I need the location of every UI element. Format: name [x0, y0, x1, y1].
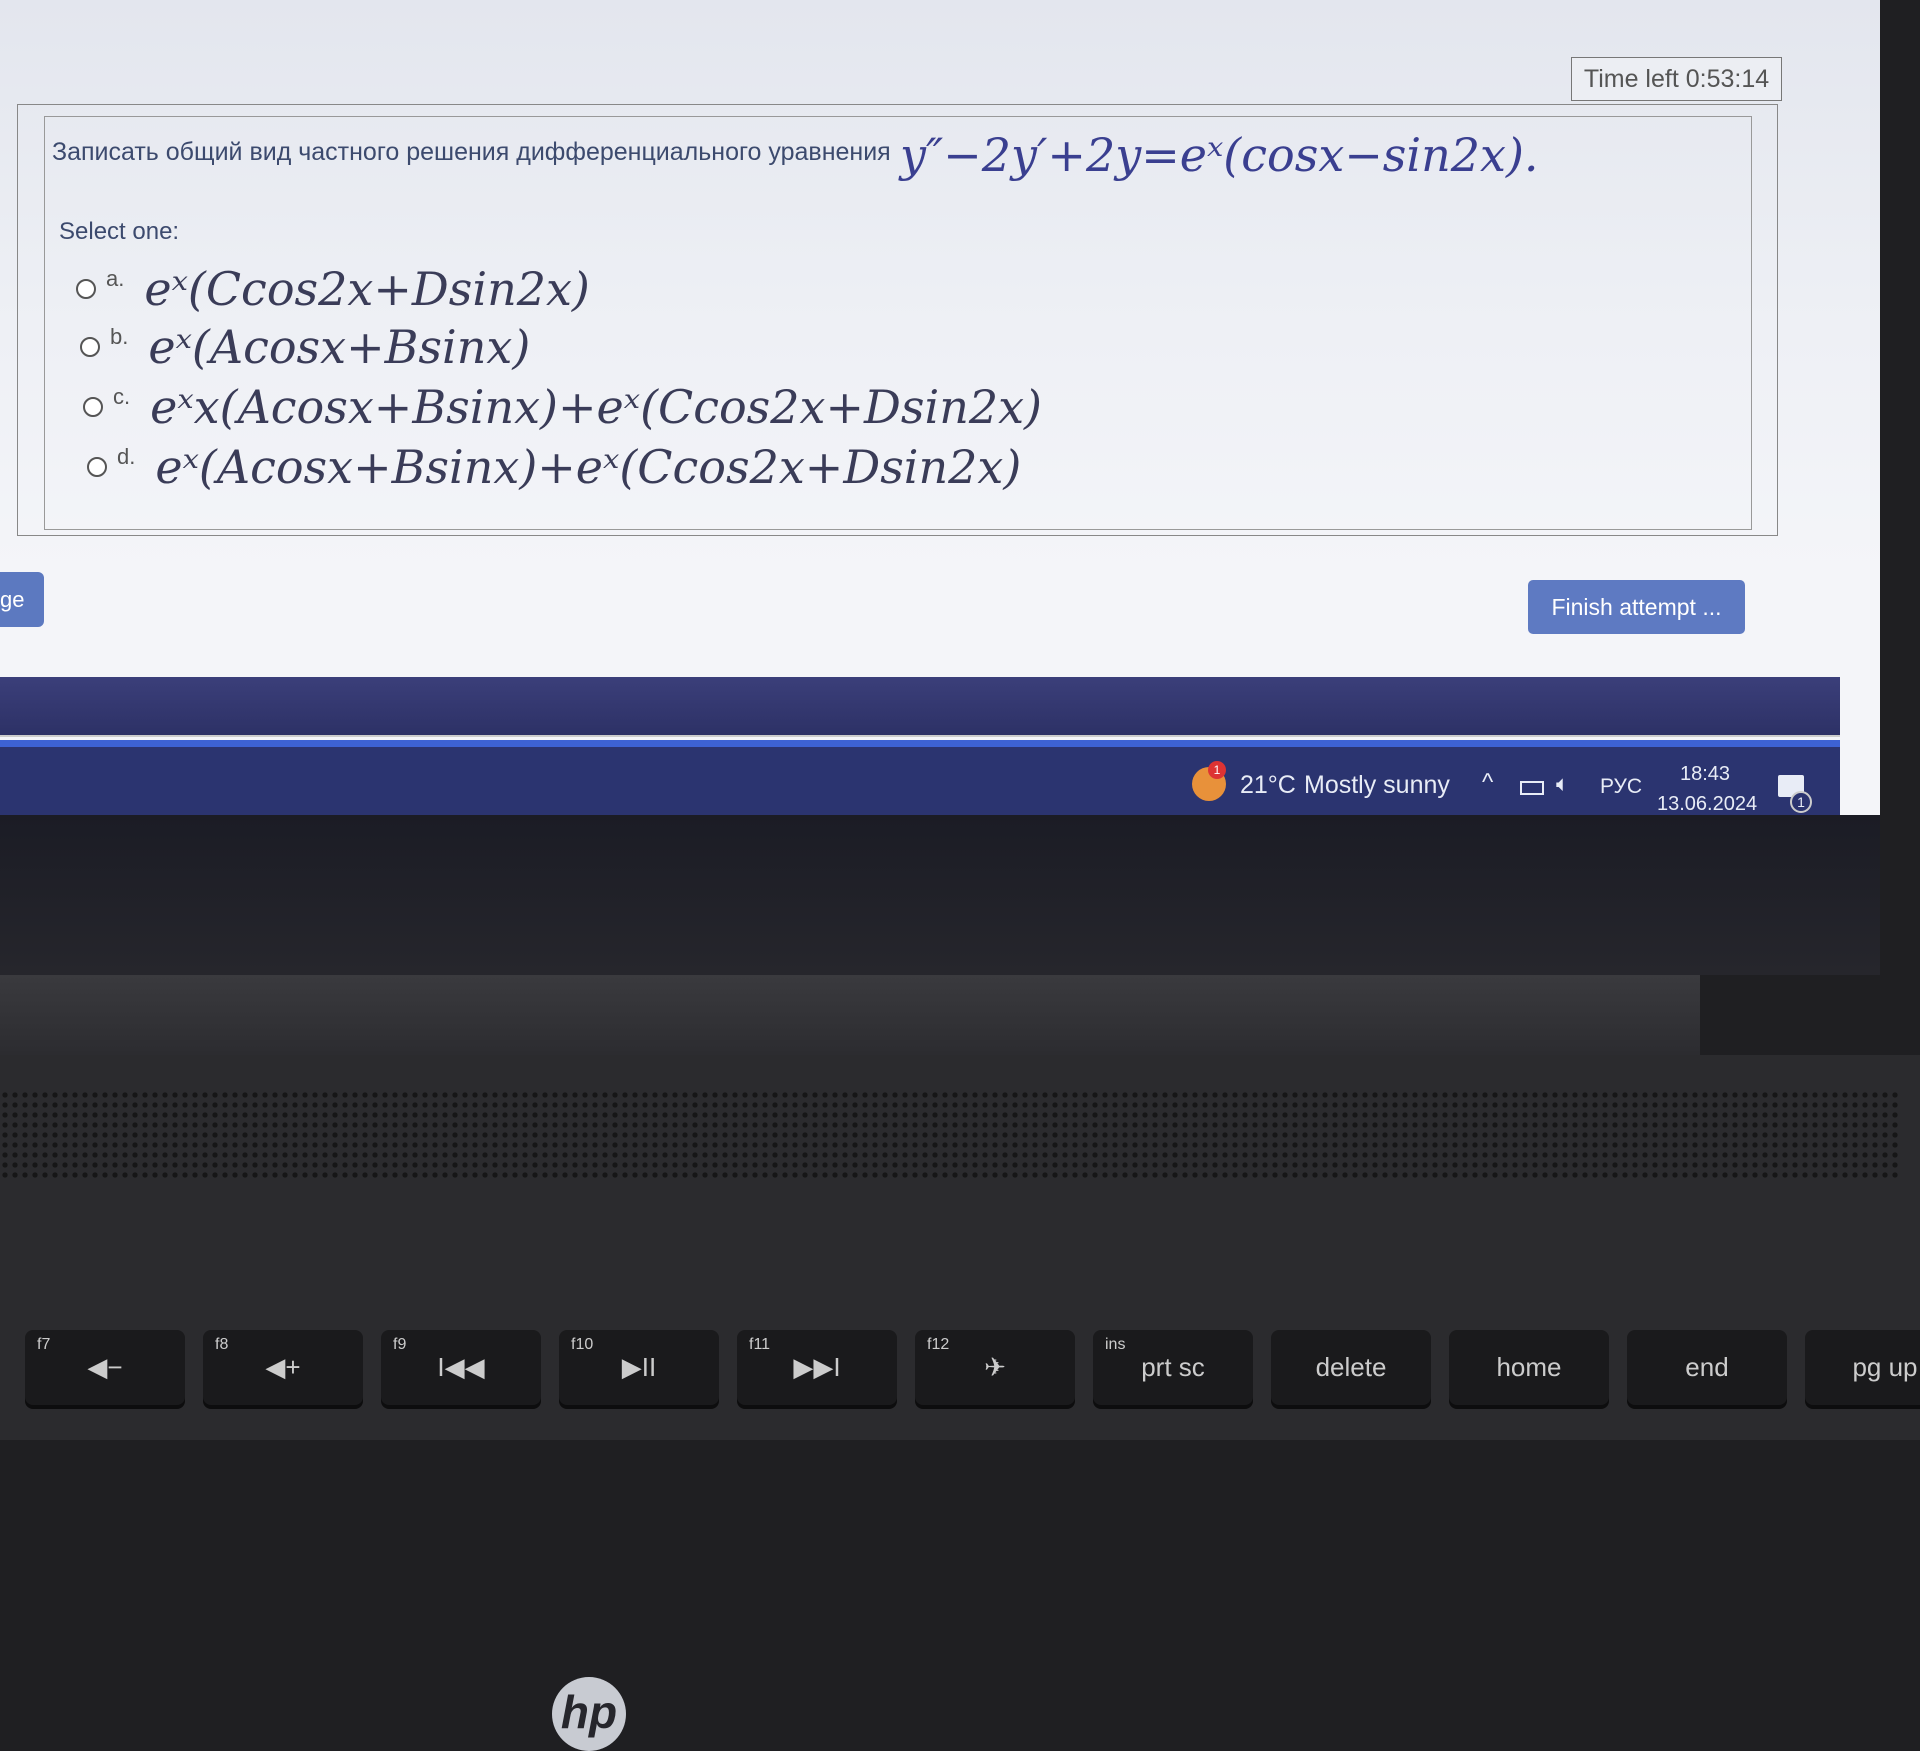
option-letter: b. — [110, 324, 129, 349]
key-f10[interactable]: f10 ▶II — [559, 1330, 719, 1405]
radio-b[interactable] — [80, 337, 100, 357]
key-f9[interactable]: f9 I◀◀ — [381, 1330, 541, 1405]
key-main-label: end — [1685, 1352, 1729, 1382]
option-letter: a. — [106, 266, 125, 291]
key-main-label: pg up — [1852, 1352, 1918, 1382]
weather-text[interactable]: Mostly sunny — [1304, 771, 1450, 800]
option-math: eˣ(Acosx+Bsinx)+eˣ(Ccos2x+Dsin2x) — [155, 440, 1022, 494]
option-letter: d. — [117, 444, 136, 469]
key-main-label: prt sc — [1141, 1352, 1205, 1382]
question-equation: y″−2y′+2y=eˣ(cosx−sin2x). — [900, 128, 1539, 182]
key-pg-up[interactable]: pg up — [1805, 1330, 1920, 1405]
option-d[interactable]: d. eˣ(Acosx+Bsinx)+eˣ(Ccos2x+Dsin2x) — [87, 440, 1021, 494]
radio-c[interactable] — [83, 397, 103, 417]
option-b[interactable]: b. eˣ(Acosx+Bsinx) — [80, 320, 530, 374]
notification-count: 1 — [1790, 791, 1812, 813]
select-one-label: Select one: — [59, 218, 180, 245]
temperature[interactable]: 21°C — [1240, 771, 1296, 800]
key-f7[interactable]: f7 ◀− — [25, 1330, 185, 1405]
key-f8[interactable]: f8 ◀+ — [203, 1330, 363, 1405]
finish-attempt-button[interactable]: Finish attempt ... — [1528, 580, 1745, 634]
page-footer — [0, 677, 1840, 737]
hp-logo: hp — [552, 1677, 626, 1751]
key-f11[interactable]: f11 ▶▶I — [737, 1330, 897, 1405]
option-math: eˣ(Ccos2x+Dsin2x) — [144, 262, 590, 316]
key-f12[interactable]: f12 ✈ — [915, 1330, 1075, 1405]
option-a[interactable]: a. eˣ(Ccos2x+Dsin2x) — [76, 262, 590, 316]
key-delete[interactable]: delete — [1271, 1330, 1431, 1405]
laptop-hinge — [0, 975, 1700, 1055]
weather-badge: 1 — [1208, 761, 1226, 779]
key-main-label: delete — [1315, 1352, 1387, 1382]
key-main-label: I◀◀ — [437, 1352, 485, 1382]
option-math: eˣx(Acosx+Bsinx)+eˣ(Ccos2x+Dsin2x) — [150, 380, 1043, 434]
key-main-label: ◀− — [87, 1352, 123, 1382]
speaker-grille — [0, 1090, 1900, 1180]
option-math: eˣ(Acosx+Bsinx) — [148, 320, 531, 374]
taskbar: 1 21°C Mostly sunny ^ 🔈︎ РУС 18:43 13.06… — [0, 747, 1840, 815]
option-letter: c. — [113, 384, 131, 409]
key-main-label: ▶▶I — [793, 1352, 841, 1382]
time-left: Time left 0:53:14 — [1571, 57, 1782, 101]
battery-icon[interactable] — [1520, 781, 1544, 795]
clock-date[interactable]: 13.06.2024 — [1657, 793, 1757, 816]
laptop-bezel: hp — [0, 815, 1880, 1751]
key-main-label: ◀+ — [265, 1352, 301, 1382]
key-main-label: ▶II — [621, 1352, 657, 1382]
clock-time[interactable]: 18:43 — [1680, 763, 1730, 786]
language-indicator[interactable]: РУС — [1600, 775, 1642, 799]
key-main-label: ✈ — [984, 1352, 1006, 1382]
option-c[interactable]: c. eˣx(Acosx+Bsinx)+eˣ(Ccos2x+Dsin2x) — [83, 380, 1042, 434]
chevron-up-icon[interactable]: ^ — [1482, 769, 1493, 797]
radio-a[interactable] — [76, 279, 96, 299]
volume-icon[interactable]: 🔈︎ — [1556, 771, 1569, 797]
previous-page-button[interactable]: ge — [0, 572, 44, 627]
key-main-label: home — [1496, 1352, 1562, 1382]
radio-d[interactable] — [87, 457, 107, 477]
question-text: Записать общий вид частного решения дифф… — [52, 138, 891, 166]
key-home[interactable]: home — [1449, 1330, 1609, 1405]
key-ins[interactable]: ins prt sc — [1093, 1330, 1253, 1405]
taskbar-top-border — [0, 740, 1840, 747]
key-end[interactable]: end — [1627, 1330, 1787, 1405]
